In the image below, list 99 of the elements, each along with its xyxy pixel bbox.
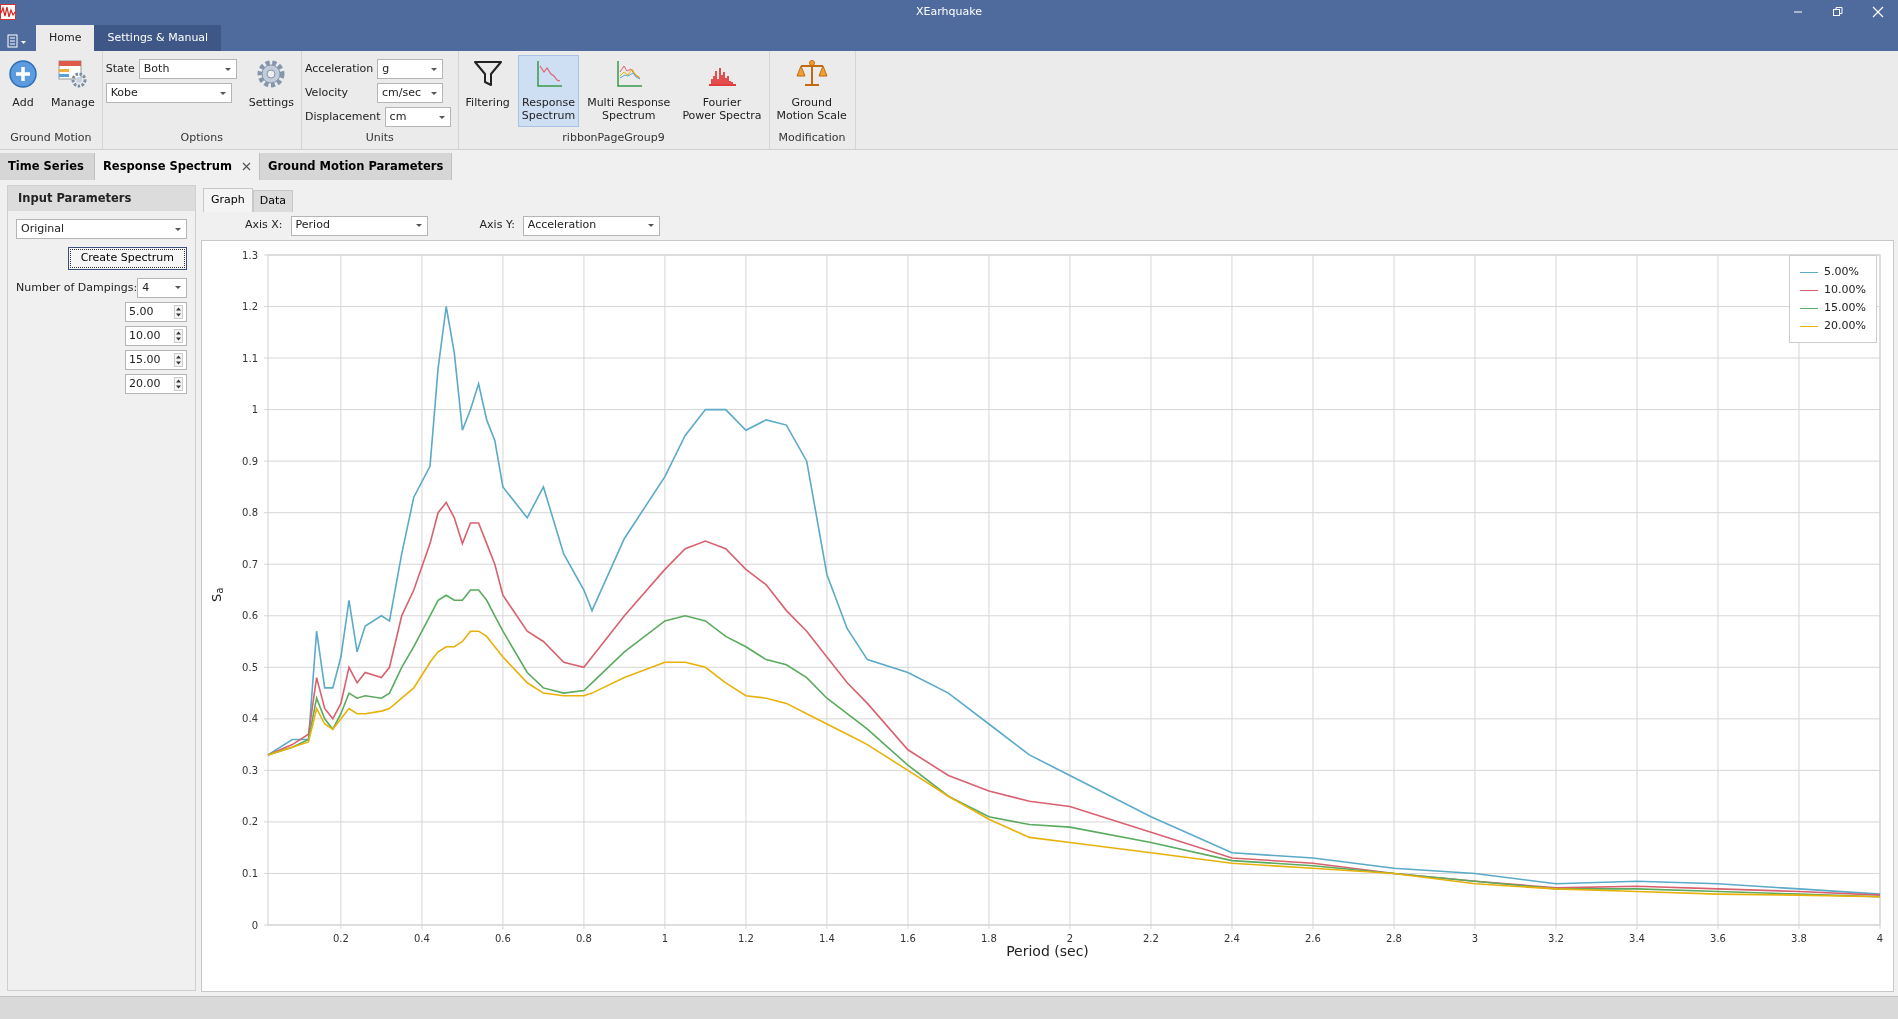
field-label: Axis Y: [479,217,515,234]
spin-box[interactable]: 10.00 [125,325,187,346]
window-title: XEarhquake [916,4,982,20]
caret-icon [174,225,182,233]
table-gear-icon [56,58,89,90]
caret-icon [429,89,438,97]
tick-label: 2.6 [1305,932,1321,944]
ribbon-button[interactable]: Add [3,55,43,127]
field-label: State [105,60,135,77]
panel-title: Input Parameters [8,186,195,212]
tick-label: 0.6 [242,609,258,621]
tick-label: 1.4 [819,932,835,944]
app-logo-icon [0,4,16,20]
caret-icon [437,113,446,121]
tick-label: 1.1 [242,352,258,364]
tick-label: 0 [251,919,258,930]
field-label: Displacement [304,108,381,125]
ribbon-button[interactable]: Filtering [461,55,514,127]
tick-label: 0.1 [242,867,258,879]
tick-label: 3.6 [1710,932,1726,944]
ribbon-button[interactable]: Multi Response Spectrum [583,55,675,127]
ribbon-button[interactable]: Ground Motion Scale [772,55,851,127]
tick-label: 3 [1471,932,1479,944]
plus-circle-icon [7,58,39,90]
group-label: Units [364,130,395,146]
tick-label: 0.2 [332,932,349,944]
group-label: Modification [777,130,847,146]
caret-icon [223,65,232,73]
close-icon[interactable] [241,162,251,171]
tick-label: 0.4 [413,932,430,944]
group-label: ribbonPageGroup9 [561,130,666,146]
spin-box[interactable]: 20.00 [125,373,187,394]
tick-label: 3.2 [1548,932,1564,944]
tick-label: 4 [1876,932,1884,944]
caret-icon [414,222,423,229]
dropdown[interactable]: 4 [137,277,187,298]
dropdown[interactable]: Acceleration [522,215,660,236]
dropdown[interactable]: Both [138,59,237,79]
restore-icon[interactable] [1832,6,1844,18]
field-label: Axis X: [245,217,283,234]
tick-label: 0.8 [575,932,592,944]
dropdown[interactable]: g [377,59,444,79]
legend-label: 20.00% [1824,318,1866,335]
group-label: Options [179,130,225,146]
tick-label: 1 [251,403,258,415]
ribbon-button[interactable]: Manage [47,55,99,127]
legend-label: 5.00% [1824,264,1859,281]
tick-label: 2 [1066,932,1074,944]
tick-label: 2.8 [1386,932,1402,944]
field-label: Acceleration [304,60,374,77]
legend-label: 15.00% [1824,300,1866,317]
caret-icon [430,65,439,73]
spinner-arrows-icon[interactable] [174,376,183,391]
tick-label: 2.4 [1224,932,1240,944]
axis-title: Period (sec) [1006,942,1089,961]
ribbon-tab[interactable]: Home [36,24,95,51]
tick-label: 1.8 [981,932,997,944]
create-spectrum-button[interactable]: Create Spectrum [67,247,187,270]
field-label: Velocity [304,84,350,101]
dropdown[interactable]: cm [384,107,451,127]
tick-label: 1.2 [738,932,754,944]
spin-box[interactable]: 5.00 [125,301,187,322]
ribbon-button[interactable]: Settings [244,55,298,127]
dropdown[interactable]: Original [16,219,187,240]
tick-label: 0.8 [242,506,258,518]
spinner-arrows-icon[interactable] [174,352,183,367]
document-tab[interactable]: Time Series [0,153,95,180]
ribbon-tab[interactable]: Settings & Manual [94,24,222,51]
caret-icon [218,89,227,97]
tick-label: 1 [661,932,669,944]
tick-label: 0.4 [242,712,258,724]
document-tab[interactable]: Ground Motion Parameters [259,153,453,180]
dropdown[interactable]: Period [290,215,428,236]
group-label: Ground Motion [9,130,93,146]
tick-label: 0.9 [242,455,258,467]
tick-label: 1.6 [900,932,916,944]
tick-label: 0.2 [242,815,258,827]
field-label: Number of Dampings: [16,279,138,296]
tick-label: 1.3 [242,249,258,260]
spin-box[interactable]: 15.00 [125,349,187,370]
tick-label: 3.4 [1629,932,1645,944]
caret-icon [174,284,182,292]
legend-label: 10.00% [1824,282,1866,299]
ribbon-button[interactable]: Fourier Power Spectra [678,55,766,127]
tick-label: 2.2 [1143,932,1159,944]
view-tab[interactable]: Graph [203,188,253,212]
caret-icon [646,222,655,229]
tick-label: 0.7 [242,558,258,570]
view-tab[interactable]: Data [252,190,293,212]
spinner-arrows-icon[interactable] [174,304,183,319]
ribbon-button[interactable]: Response Spectrum [517,55,580,127]
tick-label: 1.2 [242,300,258,312]
tick-label: 0.6 [494,932,511,944]
tick-label: 0.3 [242,764,258,776]
dropdown[interactable]: Kobe [105,83,232,103]
tick-label: 0.5 [242,661,258,673]
tick-label: 3.8 [1791,932,1807,944]
dropdown[interactable]: cm/sec [376,83,443,103]
spinner-arrows-icon[interactable] [174,328,183,343]
